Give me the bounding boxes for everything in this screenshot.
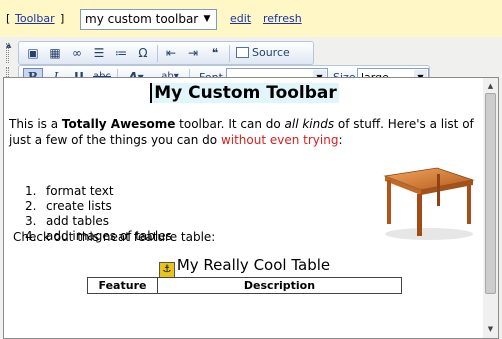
toolbar-separator (157, 45, 158, 62)
scrollbar-thumb[interactable] (485, 93, 496, 294)
special-char-icon[interactable]: Ω (133, 44, 153, 62)
scroll-down-icon[interactable]: ▼ (484, 323, 497, 336)
table-header-feature: Feature (87, 277, 158, 294)
table-caption: ⚓ My Really Cool Table (4, 256, 485, 278)
toolbar-select[interactable]: my custom toolbar ▼ (80, 9, 217, 30)
refresh-link[interactable]: refresh (263, 12, 302, 25)
table-header-description: Description (157, 277, 402, 294)
outdent-icon[interactable]: ⇤ (161, 44, 181, 62)
indent-icon[interactable]: ⇥ (183, 44, 203, 62)
feature-table[interactable]: Feature Description (87, 277, 402, 294)
bracket-open: [ (6, 12, 11, 25)
blockquote-icon[interactable]: ❝ (205, 44, 225, 62)
document-title: My Custom Toolbar (4, 83, 485, 103)
toolbar-selector-bar: [ Toolbar ] my custom toolbar ▼ edit ref… (0, 0, 502, 37)
toolbar-row-1: ▣ ▦ ∞ ☰ ≔ Ω ⇤ ⇥ ❝ Source (18, 41, 314, 65)
list-item: 2. create lists (25, 199, 112, 213)
feature-intro: Check out this neat feature table: (13, 230, 216, 244)
edit-link[interactable]: edit (230, 12, 251, 25)
numbered-list-icon[interactable]: ☰ (89, 44, 109, 62)
vertical-scrollbar[interactable]: ▲ ▼ (483, 78, 498, 338)
toolbar-grip[interactable] (6, 43, 9, 63)
chevron-down-icon: ▼ (203, 14, 211, 24)
source-label: Source (252, 46, 290, 59)
table-image (383, 167, 475, 240)
toolbar-select-value: my custom toolbar (85, 12, 199, 26)
link-icon[interactable]: ∞ (67, 44, 87, 62)
anchor-icon[interactable]: ⚓ (158, 262, 175, 278)
toolbar-link[interactable]: Toolbar (15, 12, 55, 25)
image-icon[interactable]: ▣ (23, 44, 43, 62)
table-icon[interactable]: ▦ (45, 44, 65, 62)
bracket-close: ] (60, 12, 65, 25)
source-button[interactable]: Source (233, 44, 295, 62)
bulleted-list-icon[interactable]: ≔ (111, 44, 131, 62)
list-item: 3. add tables (25, 214, 110, 228)
editor-content-frame[interactable]: My Custom Toolbar This is a Totally Awes… (3, 77, 499, 339)
toolbar-separator (229, 45, 230, 62)
list-item: 1. format text (25, 184, 114, 198)
scroll-up-icon[interactable]: ▲ (484, 80, 497, 93)
source-icon (236, 47, 249, 58)
